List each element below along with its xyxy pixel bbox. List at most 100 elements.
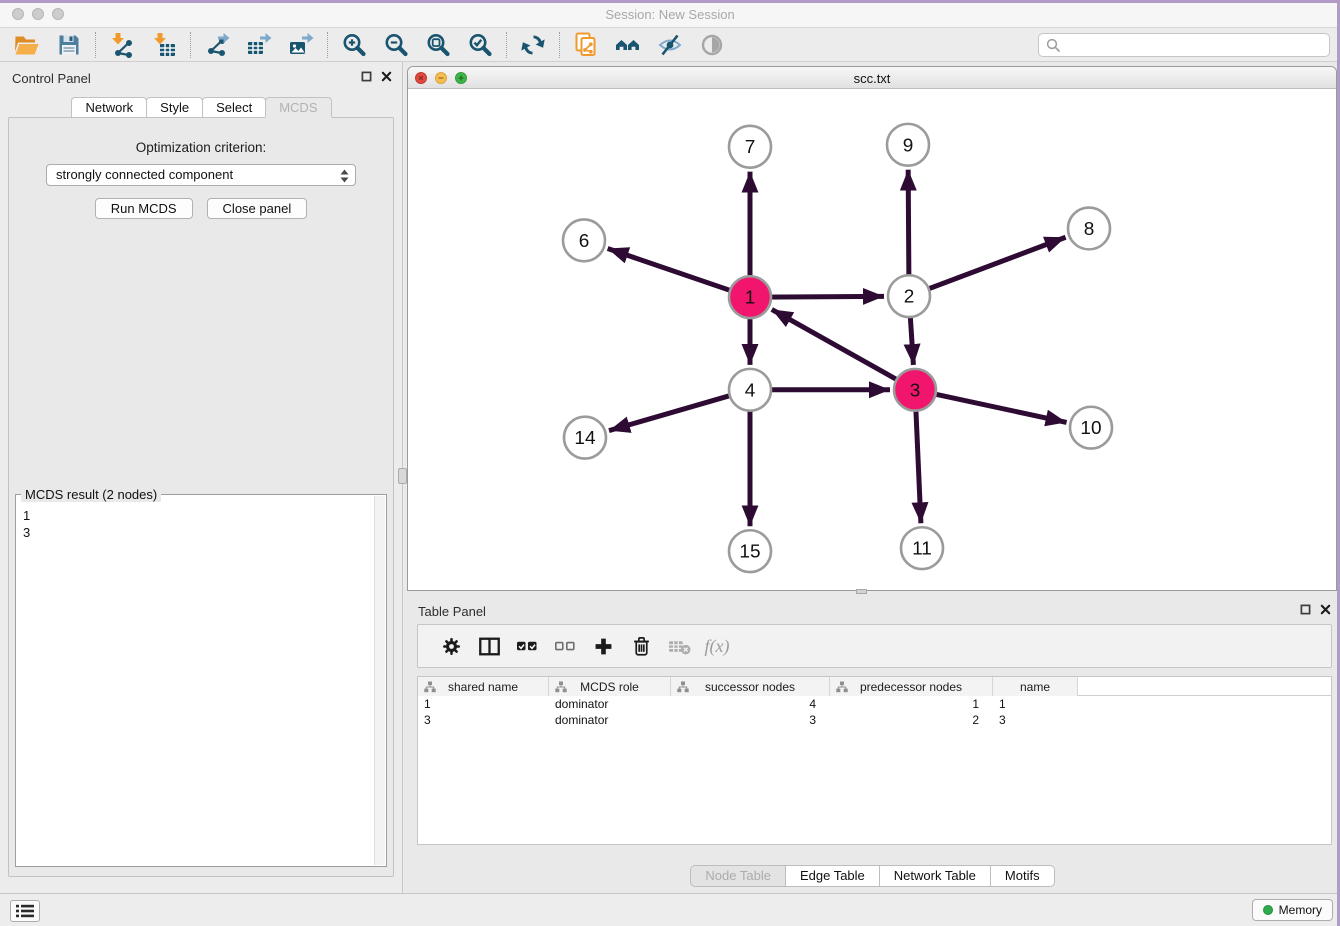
run-mcds-button[interactable]: Run MCDS — [95, 198, 193, 219]
close-panel-button-inline[interactable]: Close panel — [207, 198, 308, 219]
tab-edge-table[interactable]: Edge Table — [785, 865, 880, 887]
graph-node-7[interactable]: 7 — [729, 126, 771, 168]
tab-node-table[interactable]: Node Table — [690, 865, 786, 887]
float-table-panel-button[interactable] — [1300, 604, 1311, 615]
graph-node-6[interactable]: 6 — [563, 219, 605, 261]
table-toolbar: f(x) — [417, 624, 1332, 668]
select-all-icon — [516, 637, 538, 655]
column-header-shared-name[interactable]: shared name — [418, 677, 549, 696]
memory-label: Memory — [1279, 903, 1322, 917]
network-window-titlebar[interactable]: scc.txt — [408, 67, 1336, 89]
save-session-button[interactable] — [48, 30, 90, 60]
svg-text:10: 10 — [1080, 418, 1101, 439]
column-label: successor nodes — [705, 680, 795, 694]
hide-selected-button[interactable] — [649, 30, 691, 60]
zoom-in-button[interactable] — [333, 30, 375, 60]
network-canvas[interactable]: 7 9 6 8 1 2 4 3 14 10 15 11 — [408, 90, 1336, 590]
graph-node-2[interactable]: 2 — [888, 275, 930, 317]
tab-network-table[interactable]: Network Table — [879, 865, 991, 887]
edge-3-10[interactable] — [915, 390, 1067, 423]
edge-1-6[interactable] — [608, 248, 750, 297]
column-header-MCDS-role[interactable]: MCDS role — [549, 677, 671, 696]
apply-layout-button[interactable] — [512, 30, 554, 60]
toolbar-separator — [506, 32, 507, 58]
export-network-button[interactable] — [196, 30, 238, 60]
add-row-button[interactable] — [584, 628, 622, 664]
optimization-criterion-select[interactable]: strongly connected component — [46, 164, 356, 186]
zoom-selected-icon — [467, 32, 493, 58]
optimization-criterion-label: Optimization criterion: — [9, 140, 393, 155]
edge-3-1[interactable] — [772, 309, 915, 389]
table-cell: 1 — [830, 696, 993, 712]
network-graph[interactable]: 7 9 6 8 1 2 4 3 14 10 15 11 — [408, 90, 1336, 590]
table-row[interactable]: 1dominator411 — [418, 696, 1331, 712]
tab-mcds[interactable]: MCDS — [265, 97, 331, 118]
show-all-button[interactable] — [691, 30, 733, 60]
unselect-all-icon — [554, 637, 576, 655]
graph-node-4[interactable]: 4 — [729, 369, 771, 411]
svg-text:15: 15 — [739, 542, 760, 563]
main-area: Control Panel NetworkStyleSelectMCDS Opt… — [0, 62, 1340, 893]
column-type-icon — [836, 681, 848, 693]
graph-node-14[interactable]: 14 — [564, 417, 606, 459]
import-network-button[interactable] — [101, 30, 143, 60]
zoom-selected-button[interactable] — [459, 30, 501, 60]
delete-row-icon — [633, 636, 650, 656]
clone-network-button[interactable] — [565, 30, 607, 60]
task-history-button[interactable] — [10, 900, 40, 922]
tab-motifs[interactable]: Motifs — [990, 865, 1055, 887]
first-neighbors-button[interactable] — [607, 30, 649, 60]
network-resize-handle[interactable] — [856, 589, 867, 594]
unselect-all-button[interactable] — [546, 628, 584, 664]
table-cell: 4 — [671, 696, 830, 712]
tab-style[interactable]: Style — [146, 97, 203, 118]
delete-table-icon — [668, 638, 691, 655]
search-box[interactable] — [1038, 33, 1330, 57]
open-file-button[interactable] — [6, 30, 48, 60]
export-table-button[interactable] — [238, 30, 280, 60]
zoom-in-icon — [341, 32, 367, 58]
zoom-fit-button[interactable] — [417, 30, 459, 60]
open-file-icon — [14, 33, 40, 57]
memory-button[interactable]: Memory — [1252, 899, 1333, 921]
close-panel-button[interactable] — [381, 71, 392, 82]
hide-selected-icon — [657, 32, 683, 58]
status-bar: Memory — [0, 893, 1340, 926]
zoom-out-button[interactable] — [375, 30, 417, 60]
column-header-predecessor-nodes[interactable]: predecessor nodes — [830, 677, 993, 696]
add-row-icon — [594, 637, 613, 656]
select-all-button[interactable] — [508, 628, 546, 664]
function-builder-button: f(x) — [698, 628, 736, 664]
graph-node-15[interactable]: 15 — [729, 530, 771, 572]
column-header-name[interactable]: name — [993, 677, 1078, 696]
show-columns-button[interactable] — [470, 628, 508, 664]
table-settings-button[interactable] — [432, 628, 470, 664]
graph-node-10[interactable]: 10 — [1070, 407, 1112, 449]
export-image-button[interactable] — [280, 30, 322, 60]
graph-node-8[interactable]: 8 — [1068, 208, 1110, 250]
graph-node-9[interactable]: 9 — [887, 124, 929, 166]
graph-node-11[interactable]: 11 — [901, 527, 943, 569]
import-table-button[interactable] — [143, 30, 185, 60]
result-line: 1 — [23, 507, 373, 524]
close-table-panel-button[interactable] — [1320, 604, 1331, 615]
tab-network[interactable]: Network — [71, 97, 147, 118]
tab-select[interactable]: Select — [202, 97, 266, 118]
result-scrollbar[interactable] — [374, 496, 385, 865]
table-settings-icon — [442, 637, 461, 656]
delete-row-button[interactable] — [622, 628, 660, 664]
zoom-out-icon — [383, 32, 409, 58]
float-panel-button[interactable] — [361, 71, 372, 82]
graph-node-1[interactable]: 1 — [729, 276, 771, 318]
panel-splitter-handle[interactable] — [398, 468, 407, 484]
graph-node-3[interactable]: 3 — [894, 369, 936, 411]
table-row[interactable]: 3dominator323 — [418, 712, 1331, 728]
search-input[interactable] — [1065, 35, 1329, 55]
table-tabs: Node TableEdge TableNetwork TableMotifs — [404, 865, 1340, 887]
svg-text:2: 2 — [904, 287, 915, 308]
column-header-successor-nodes[interactable]: successor nodes — [671, 677, 830, 696]
edge-2-8[interactable] — [909, 237, 1066, 296]
toolbar-separator — [190, 32, 191, 58]
mcds-result-text[interactable]: 13 — [17, 505, 373, 865]
svg-text:3: 3 — [910, 380, 921, 401]
